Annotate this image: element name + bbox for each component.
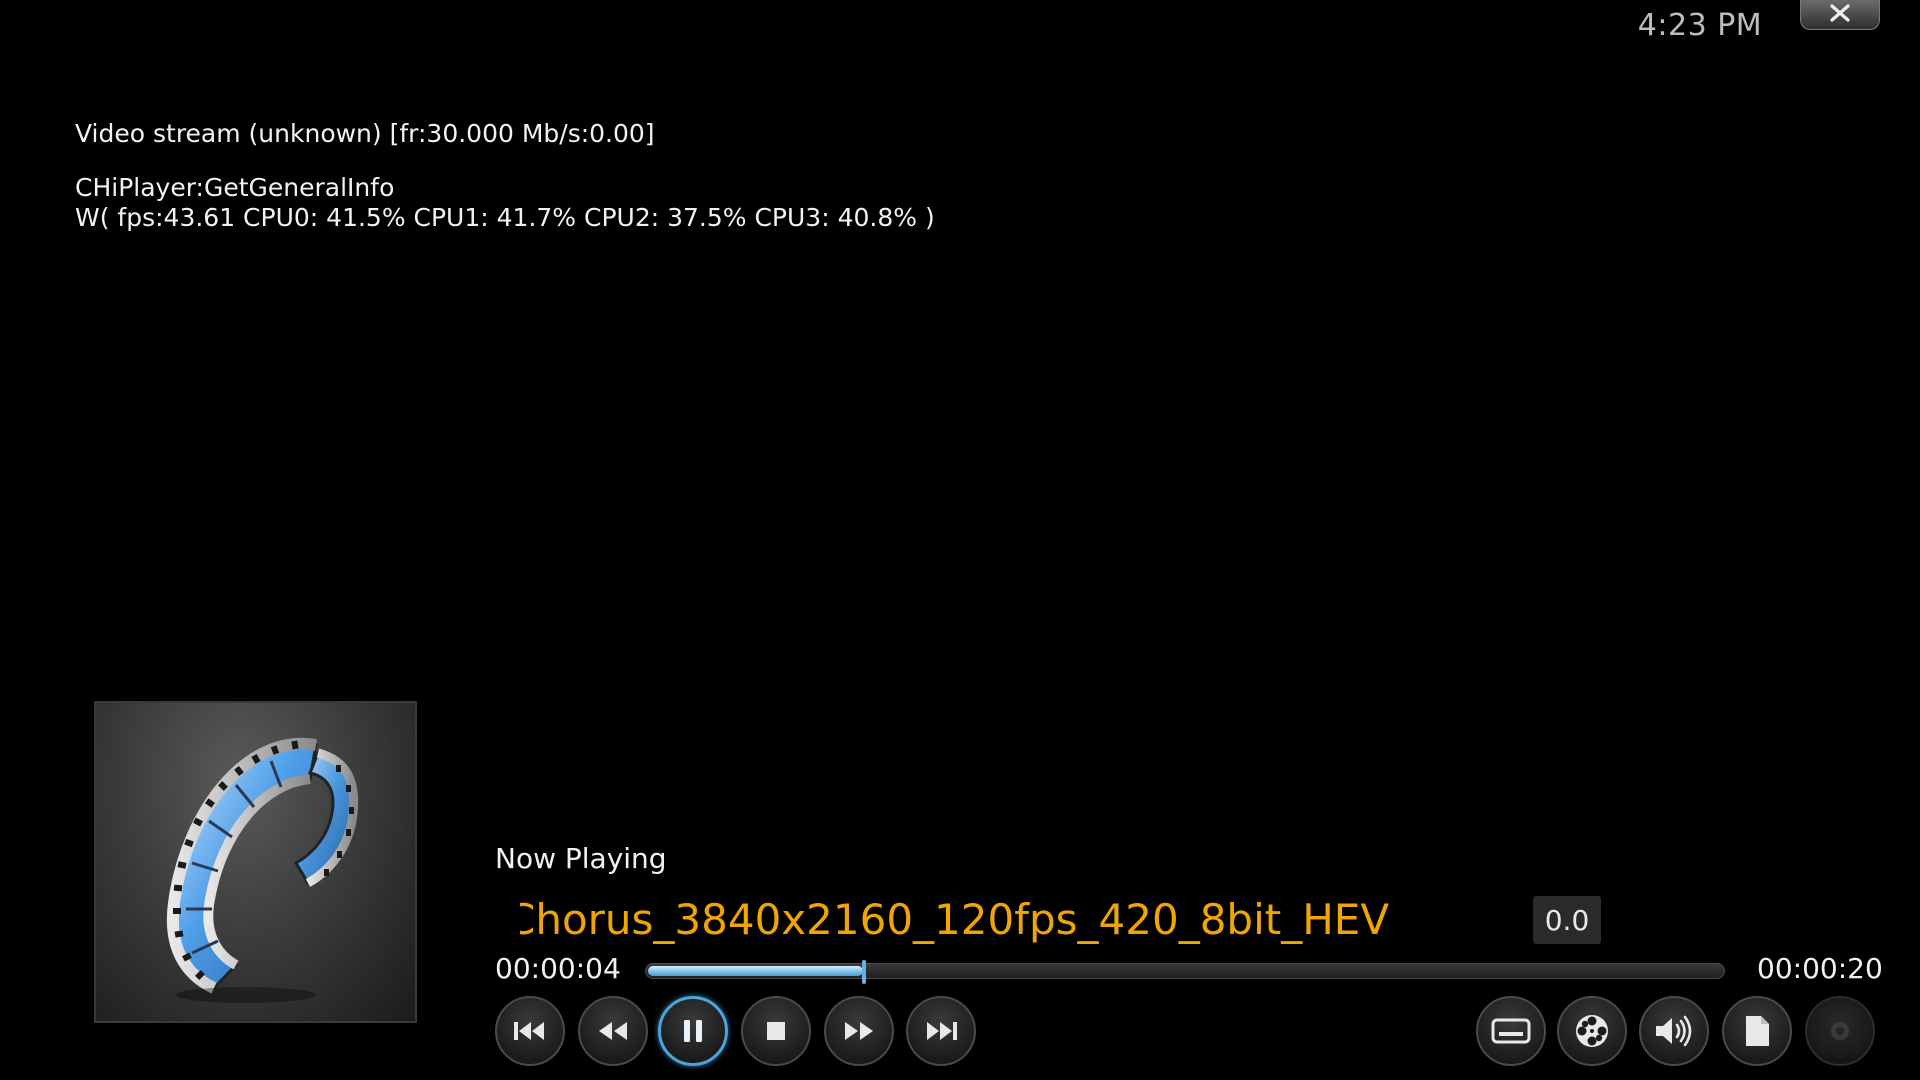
debug-video-stream: Video stream (unknown) [fr:30.000 Mb/s:0… xyxy=(75,119,655,148)
record-button[interactable] xyxy=(1805,996,1875,1066)
document-icon xyxy=(1743,1014,1771,1048)
rating-badge: 0.0 xyxy=(1533,896,1601,944)
fast-forward-button[interactable] xyxy=(824,996,894,1066)
film-reel-icon xyxy=(1573,1012,1611,1050)
total-time: 00:00:20 xyxy=(1757,952,1883,985)
skip-previous-button[interactable] xyxy=(495,996,565,1066)
info-button[interactable] xyxy=(1722,996,1792,1066)
title-marquee: Chorus_3840x2160_120fps_420_8bit_HEV xyxy=(520,892,1500,948)
now-playing-thumbnail xyxy=(94,701,417,1023)
skip-previous-icon xyxy=(512,1019,548,1043)
seek-bar[interactable] xyxy=(645,960,1725,984)
stop-icon xyxy=(765,1020,787,1042)
audio-settings-button[interactable] xyxy=(1639,996,1709,1066)
close-button[interactable] xyxy=(1800,0,1880,30)
debug-player-info: CHiPlayer:GetGeneralInfo xyxy=(75,173,395,202)
rewind-button[interactable] xyxy=(578,996,648,1066)
subtitles-icon xyxy=(1491,1017,1531,1045)
media-player-screen: 4:23 PM Video stream (unknown) [fr:30.00… xyxy=(0,0,1920,1080)
rewind-icon xyxy=(597,1020,629,1042)
fast-forward-icon xyxy=(843,1020,875,1042)
video-settings-button[interactable] xyxy=(1557,996,1627,1066)
elapsed-time: 00:00:04 xyxy=(495,952,621,985)
speaker-icon xyxy=(1653,1014,1695,1048)
pause-button[interactable] xyxy=(658,996,728,1066)
now-playing-title: Chorus_3840x2160_120fps_420_8bit_HEV xyxy=(520,895,1390,944)
now-playing-label: Now Playing xyxy=(495,842,667,875)
clock: 4:23 PM xyxy=(1637,8,1763,43)
record-icon xyxy=(1827,1018,1853,1044)
close-icon xyxy=(1829,3,1851,26)
skip-next-icon xyxy=(923,1019,959,1043)
skip-next-button[interactable] xyxy=(906,996,976,1066)
seek-bar-handle[interactable] xyxy=(862,960,866,984)
stop-button[interactable] xyxy=(741,996,811,1066)
subtitles-button[interactable] xyxy=(1476,996,1546,1066)
seek-bar-fill xyxy=(648,966,863,976)
debug-cpu-stats: W( fps:43.61 CPU0: 41.5% CPU1: 41.7% CPU… xyxy=(75,203,935,232)
pause-icon xyxy=(681,1018,705,1044)
